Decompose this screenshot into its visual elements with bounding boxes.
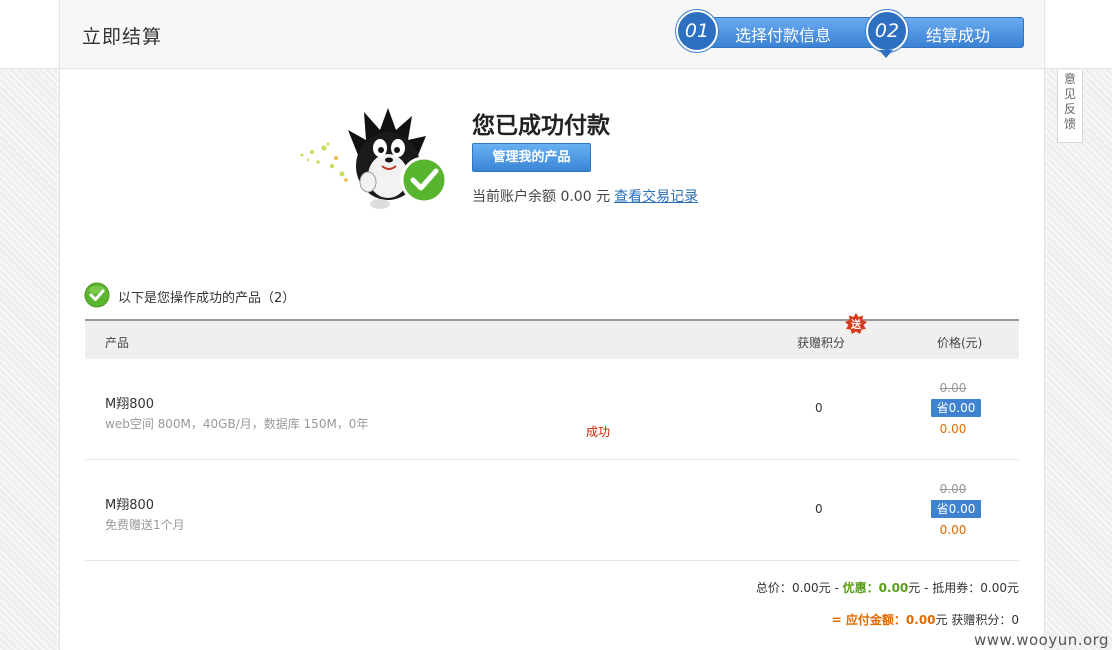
savings-badge: 省0.00 [931, 500, 981, 518]
check-circle-icon [84, 282, 110, 308]
table-row: M翔800 web空间 800M，40GB/月，数据库 150M，0年 成功 0… [85, 359, 1019, 460]
discount-label: 优惠： [842, 581, 879, 595]
table-row: M翔800 免费赠送1个月 0 0.00 省0.00 0.00 [85, 460, 1019, 561]
discount-value: 0.00 [878, 581, 909, 595]
feedback-tab[interactable]: 意见反馈 [1057, 70, 1083, 143]
product-name: M翔800 [105, 498, 155, 513]
step-2-number: 02 [866, 10, 908, 52]
gift-badge-text: 送 [850, 318, 862, 331]
products-table: 产品 获赠积分 价格(元) 送 M翔800 web空间 800M，40GB/月，… [85, 313, 1019, 561]
payable-prefix: = [831, 613, 846, 627]
product-description: 免费赠送1个月 [105, 518, 185, 532]
earned-points-label: 获赠积分： [947, 613, 1012, 627]
points-value: 0 [815, 401, 823, 415]
product-name: M翔800 [105, 397, 155, 412]
savings-badge: 省0.00 [931, 399, 981, 417]
payment-success-panel: 您已成功付款 管理我的产品 当前账户余额 0.00 元查看交易记录 [60, 70, 1044, 270]
status-text: 成功 [586, 425, 611, 439]
voucher-value: 0.00元 [980, 581, 1019, 595]
final-price: 0.00 [939, 422, 967, 436]
checkout-header: 立即结算 选择付款信息 结算成功 01 02 [60, 0, 1044, 69]
summary-separator: - [830, 581, 843, 595]
payable-value: 0.00 [905, 613, 936, 627]
account-balance: 当前账户余额 0.00 元查看交易记录 [472, 186, 698, 206]
points-value: 0 [815, 502, 823, 516]
payable-summary: = 应付金额：0.00元 获赠积分：0 [832, 611, 1019, 628]
summary-separator: - [920, 581, 933, 595]
balance-text: 当前账户余额 0.00 元 [472, 189, 611, 205]
manage-products-button[interactable]: 管理我的产品 [472, 143, 591, 172]
step-2-label: 结算成功 [926, 26, 991, 45]
table-header: 产品 获赠积分 价格(元) 送 [85, 313, 1019, 359]
voucher-label: 抵用券： [932, 581, 981, 595]
step-1-label: 选择付款信息 [735, 26, 832, 45]
final-price: 0.00 [939, 523, 967, 537]
product-description: web空间 800M，40GB/月，数据库 150M，0年 [105, 417, 369, 431]
main-container: 立即结算 选择付款信息 结算成功 01 02 您已成功付款 管理我的产品 当前账… [59, 0, 1045, 650]
mascot-success-icon [300, 108, 448, 209]
total-label: 总价： [755, 581, 792, 595]
transaction-history-link[interactable]: 查看交易记录 [614, 189, 698, 205]
step-1-number: 01 [676, 10, 718, 52]
gift-badge-icon: 送 [845, 313, 867, 334]
products-section-label: 以下是您操作成功的产品（2） [118, 291, 296, 306]
payable-unit: 元 [935, 613, 948, 627]
watermark: www.wooyun.org [974, 631, 1110, 649]
feedback-label: 意见反馈 [1064, 72, 1077, 131]
progress-steps: 选择付款信息 结算成功 01 02 [676, 10, 1026, 58]
payable-label: 应付金额： [845, 613, 906, 627]
success-title: 您已成功付款 [472, 113, 610, 139]
original-price: 0.00 [939, 381, 967, 395]
earned-points-value: 0 [1011, 613, 1019, 627]
order-summary: 总价：0.00元 - 优惠：0.00元 - 抵用券：0.00元 [756, 579, 1019, 596]
column-product: 产品 [105, 336, 130, 350]
total-value: 0.00元 [791, 581, 831, 595]
discount-unit: 元 [908, 581, 921, 595]
original-price: 0.00 [939, 482, 967, 496]
column-price: 价格(元) [937, 336, 983, 350]
page-title: 立即结算 [82, 26, 163, 48]
column-points: 获赠积分 [797, 336, 846, 350]
current-step-pointer-icon [879, 50, 893, 58]
